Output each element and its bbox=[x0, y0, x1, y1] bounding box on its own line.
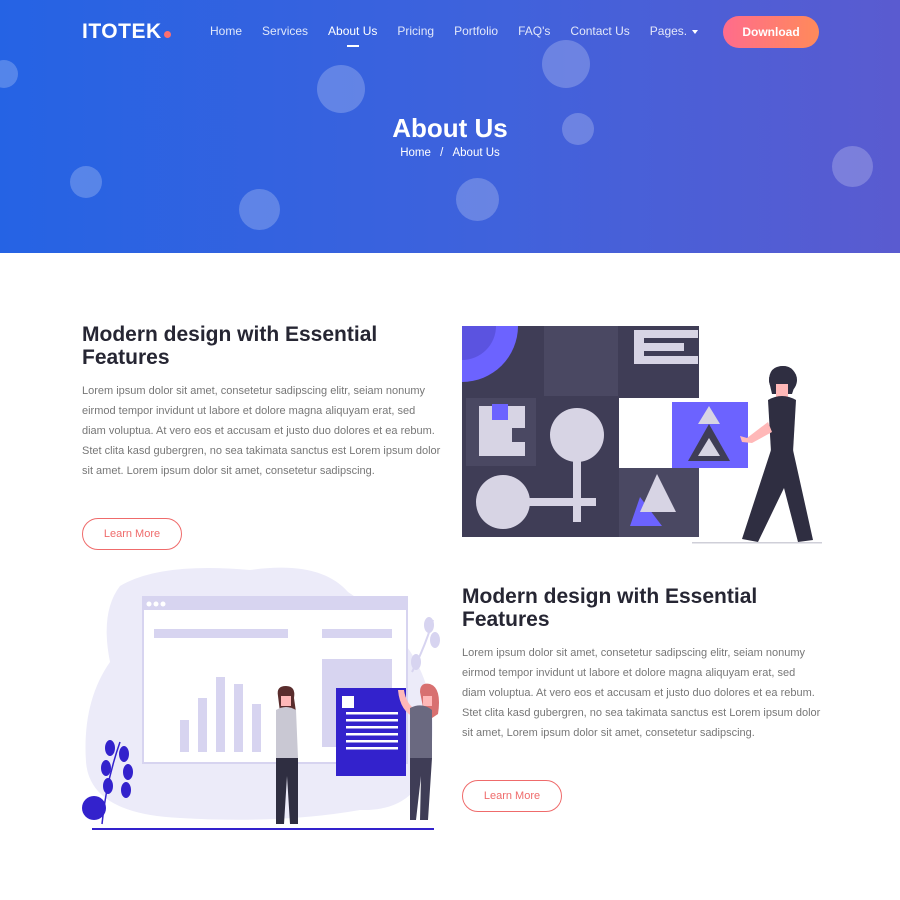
brand-logo[interactable]: ITOTEK bbox=[82, 20, 171, 44]
dashboard-illustration bbox=[82, 567, 440, 830]
page-hero: ITOTEK Home Services About Us Pricing Po… bbox=[0, 0, 900, 253]
nav-pages-dropdown[interactable]: Pages. bbox=[649, 24, 699, 38]
chevron-down-icon bbox=[692, 29, 699, 34]
nav-about-us[interactable]: About Us bbox=[328, 24, 377, 47]
breadcrumb-current: About Us bbox=[452, 147, 500, 159]
blocks-illustration bbox=[462, 326, 822, 544]
nav-portfolio[interactable]: Portfolio bbox=[454, 24, 498, 38]
breadcrumb: Home / About Us bbox=[0, 147, 900, 159]
hero-bubble bbox=[0, 60, 18, 88]
nav-pages-label: Pages. bbox=[649, 24, 688, 38]
learn-more-button-2[interactable]: Learn More bbox=[462, 780, 562, 812]
breadcrumb-separator: / bbox=[440, 147, 444, 159]
nav-faqs[interactable]: FAQ's bbox=[518, 24, 550, 38]
hero-bubble bbox=[542, 40, 590, 88]
nav-services[interactable]: Services bbox=[262, 24, 308, 38]
nav-home[interactable]: Home bbox=[210, 24, 242, 38]
breadcrumb-home[interactable]: Home bbox=[400, 147, 431, 159]
section-2-title: Modern design with Essential Features bbox=[462, 585, 758, 631]
section-1-title: Modern design with Essential Features bbox=[82, 323, 378, 369]
hero-bubble bbox=[239, 189, 280, 230]
hero-bubble bbox=[70, 166, 102, 198]
page-title: About Us bbox=[392, 113, 508, 143]
nav-pricing[interactable]: Pricing bbox=[397, 24, 434, 38]
download-button[interactable]: Download bbox=[723, 16, 819, 48]
main-nav: Home Services About Us Pricing Portfolio… bbox=[210, 24, 718, 47]
section-1-body: Lorem ipsum dolor sit amet, consetetur s… bbox=[82, 385, 441, 477]
learn-more-button-1[interactable]: Learn More bbox=[82, 518, 182, 550]
section-2-body: Lorem ipsum dolor sit amet, consetetur s… bbox=[462, 647, 821, 739]
nav-contact-us[interactable]: Contact Us bbox=[570, 24, 629, 38]
hero-bubble bbox=[317, 65, 365, 113]
brand-name: ITOTEK bbox=[82, 20, 162, 43]
hero-bubble bbox=[456, 178, 499, 221]
brand-dot bbox=[163, 31, 171, 38]
